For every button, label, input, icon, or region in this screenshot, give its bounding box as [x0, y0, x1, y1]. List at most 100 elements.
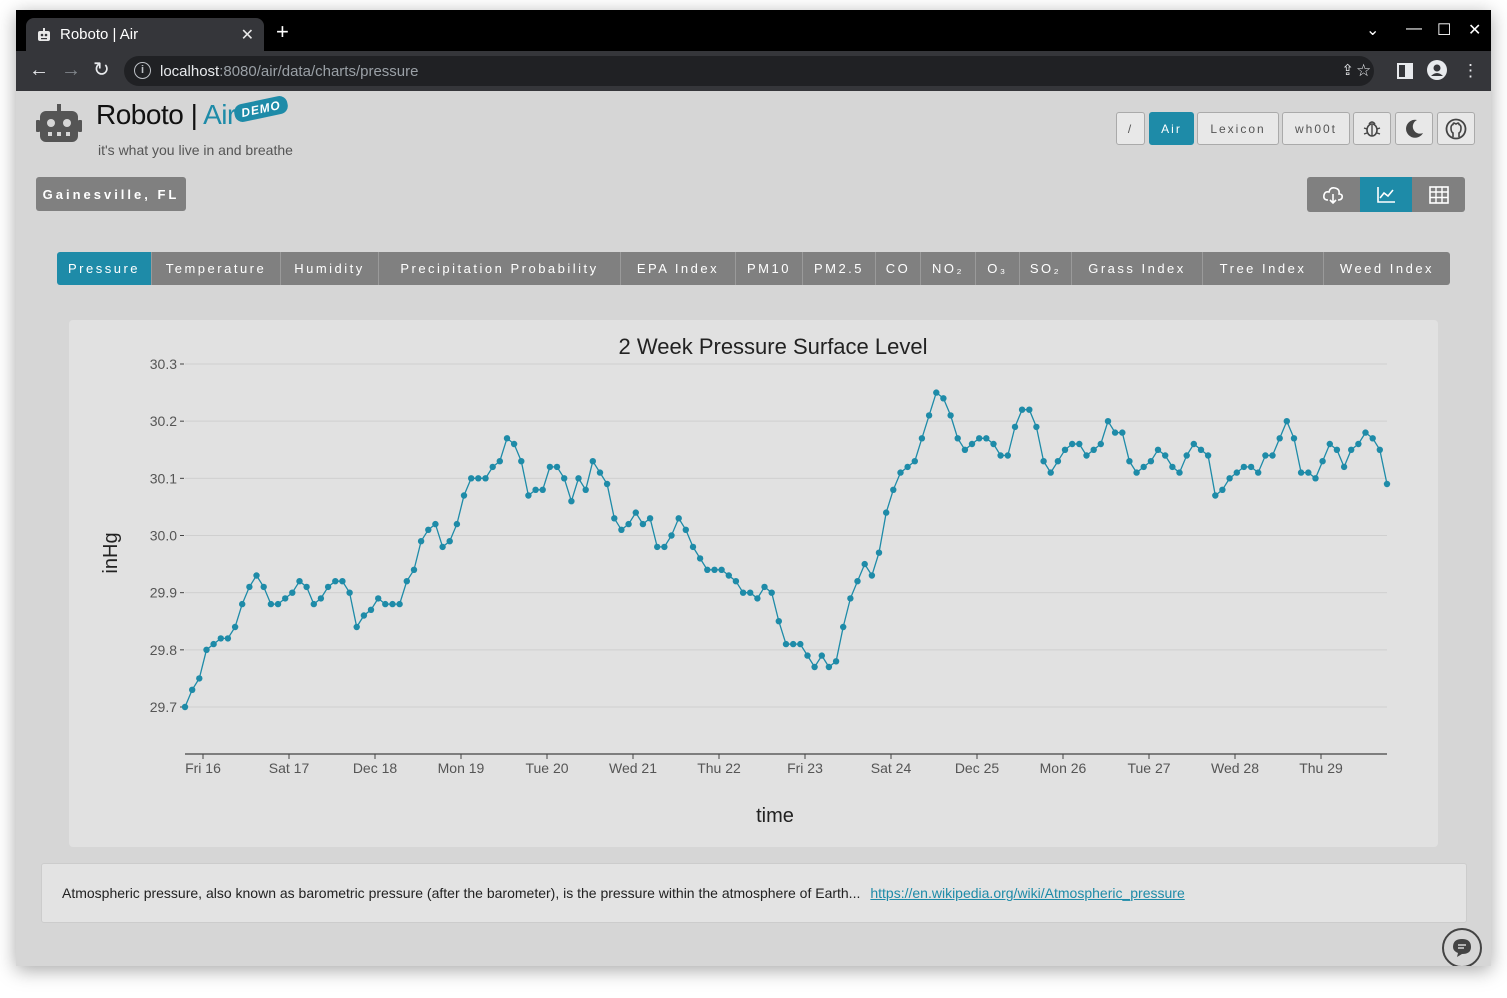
data-point	[1226, 475, 1233, 482]
data-point	[797, 640, 804, 648]
tab-grass-index[interactable]: Grass Index	[1072, 252, 1203, 285]
data-point	[761, 583, 768, 591]
data-point	[897, 469, 904, 476]
minimize-icon[interactable]: —	[1406, 20, 1422, 38]
tab-so2[interactable]: SO₂	[1020, 252, 1072, 285]
data-point	[224, 635, 232, 642]
share-icon[interactable]: ⇪	[1341, 61, 1354, 79]
tab-pm10[interactable]: PM10	[736, 252, 803, 285]
data-point	[1061, 446, 1069, 453]
data-point	[811, 663, 818, 671]
data-point	[804, 652, 811, 659]
data-point	[1283, 418, 1291, 425]
tab-epa-index[interactable]: EPA Index	[621, 252, 736, 285]
x-tick-label: Dec 18	[353, 760, 398, 776]
menu-kebab-icon[interactable]: ⋮	[1462, 61, 1479, 81]
tab-precipitation-probability[interactable]: Precipitation Probability	[379, 252, 621, 285]
nav-lexicon-button[interactable]: Lexicon	[1197, 112, 1279, 145]
nav-root-button[interactable]: /	[1116, 112, 1145, 145]
data-point	[425, 526, 432, 533]
download-button[interactable]	[1307, 177, 1360, 212]
tab-humidity[interactable]: Humidity	[281, 252, 379, 285]
data-point	[546, 463, 554, 471]
data-point	[553, 463, 561, 471]
data-point	[911, 458, 918, 465]
back-icon[interactable]: ←	[29, 60, 49, 80]
tab-co[interactable]: CO	[876, 252, 921, 285]
data-point	[367, 606, 375, 613]
data-point	[1026, 406, 1033, 413]
new-tab-icon[interactable]: +	[276, 21, 289, 43]
tab-no2[interactable]: NO₂	[921, 252, 976, 285]
data-point	[868, 572, 876, 579]
data-point	[682, 526, 689, 533]
maximize-icon[interactable]: ☐	[1437, 20, 1451, 40]
star-icon[interactable]: ☆	[1356, 61, 1371, 81]
y-tick-label: 30.0	[150, 528, 177, 544]
data-point	[1133, 469, 1140, 476]
chevron-down-icon[interactable]: ⌄	[1366, 20, 1379, 40]
data-point	[1197, 446, 1205, 453]
description-panel: Atmospheric pressure, also known as baro…	[41, 863, 1467, 923]
bug-report-button[interactable]	[1353, 112, 1391, 145]
browser-tab[interactable]: Roboto | Air ✕	[26, 18, 264, 51]
info-icon[interactable]: i	[134, 62, 151, 79]
data-point	[1369, 435, 1376, 442]
dark-mode-button[interactable]	[1395, 112, 1433, 145]
sidepanel-icon[interactable]	[1397, 63, 1413, 79]
reload-icon[interactable]: ↻	[93, 60, 110, 80]
tab-temperature[interactable]: Temperature	[152, 252, 281, 285]
data-point	[396, 600, 403, 608]
nav-air-button[interactable]: Air	[1149, 112, 1194, 145]
tab-title: Roboto | Air	[60, 26, 139, 43]
data-point	[1047, 469, 1054, 476]
data-point	[196, 675, 203, 682]
y-tick-label: 29.7	[150, 699, 177, 715]
data-point	[525, 492, 532, 499]
data-point	[1111, 429, 1119, 436]
address-bar[interactable]: i localhost:8080/air/data/charts/pressur…	[124, 56, 1374, 86]
data-point	[1140, 463, 1147, 471]
data-point	[296, 578, 303, 585]
data-point	[1355, 440, 1362, 448]
close-tab-icon[interactable]: ✕	[241, 25, 254, 45]
brand-title[interactable]: Roboto | Air	[96, 99, 236, 131]
grid-lines	[185, 363, 1387, 708]
forward-icon[interactable]: →	[61, 60, 81, 80]
profile-avatar-icon[interactable]	[1427, 60, 1447, 80]
data-point	[203, 646, 210, 653]
data-point	[961, 446, 969, 453]
close-window-icon[interactable]: ✕	[1468, 20, 1481, 40]
chart-view-button[interactable]	[1359, 177, 1413, 212]
data-point	[317, 595, 325, 602]
chat-button[interactable]	[1442, 928, 1482, 966]
data-point	[775, 618, 782, 625]
browser-toolbar: ← → ↻ i localhost:8080/air/data/charts/p…	[16, 51, 1491, 91]
data-point	[596, 469, 604, 476]
nav-wh00t-button[interactable]: wh00t	[1282, 112, 1350, 145]
table-view-button[interactable]	[1412, 177, 1465, 212]
wikipedia-link[interactable]: https://en.wikipedia.org/wiki/Atmospheri…	[870, 885, 1184, 901]
data-point	[303, 583, 310, 591]
data-point	[1333, 446, 1341, 453]
data-point	[983, 435, 990, 442]
y-axis: 29.7 29.8 29.9 30.0 30.1 30.2 30.3	[150, 356, 184, 715]
tab-pm25[interactable]: PM2.5	[803, 252, 876, 285]
data-point	[1312, 475, 1319, 482]
tab-tree-index[interactable]: Tree Index	[1203, 252, 1324, 285]
y-tick-label: 29.9	[150, 585, 177, 601]
description-text: Atmospheric pressure, also known as baro…	[62, 885, 861, 901]
url-host: localhost	[160, 62, 220, 80]
tab-o3[interactable]: O₃	[976, 252, 1020, 285]
data-point	[675, 515, 682, 522]
github-button[interactable]	[1437, 112, 1475, 145]
data-point	[510, 440, 518, 448]
data-point	[246, 583, 253, 591]
data-point	[696, 555, 704, 562]
location-button[interactable]: Gainesville, FL	[36, 177, 186, 211]
tab-pressure[interactable]: Pressure	[57, 252, 152, 285]
pressure-chart: 2 Week Pressure Surface Level time inHg …	[100, 334, 1391, 827]
data-point	[768, 589, 775, 596]
data-point	[1190, 440, 1198, 448]
tab-weed-index[interactable]: Weed Index	[1324, 252, 1450, 285]
